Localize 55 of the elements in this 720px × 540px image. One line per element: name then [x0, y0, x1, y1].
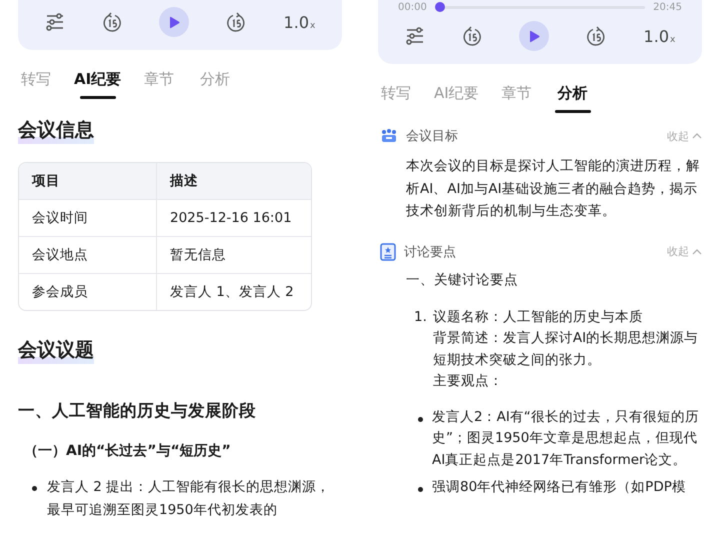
- tab[interactable]: 分析: [554, 84, 591, 113]
- bullet-text: 发言人 2 提出：人工智能有很长的思想渊源，最早可追溯至图灵1950年代初发表的: [47, 478, 332, 520]
- list-number: 1.: [414, 308, 427, 326]
- tab[interactable]: 章节: [141, 70, 178, 99]
- play-button[interactable]: [159, 7, 190, 37]
- people-icon: [380, 128, 398, 144]
- tab[interactable]: 转写: [378, 84, 414, 113]
- chevron-up-icon: [692, 133, 702, 139]
- skip-forward-icon[interactable]: [586, 25, 606, 47]
- speed-button[interactable]: 1.0 x: [284, 12, 316, 32]
- progress-thumb[interactable]: [434, 2, 445, 12]
- document-icon: [380, 242, 396, 260]
- point-line: 议题名称：人工智能的历史与本质: [432, 308, 644, 326]
- chevron-up-icon: [692, 248, 702, 254]
- bullet-text: 强调80年代神经网络已有雏形（如PDP模: [432, 478, 686, 497]
- tab[interactable]: AI纪要: [74, 70, 122, 99]
- bullet-text: 发言人2：AI有“很长的过去，只有很短的历史”；图灵1950年文章是思想起点，但现代AI真正起点是2017年Transformer论文。: [432, 408, 700, 470]
- tab[interactable]: 章节: [498, 84, 535, 113]
- point-line: 背景简述：发言人探讨AI的长期思想渊源与短期技术突破之间的张力。: [432, 329, 700, 370]
- sliders-icon[interactable]: [404, 26, 425, 46]
- skip-forward-icon[interactable]: [226, 11, 246, 33]
- section-label: 会议目标: [406, 128, 459, 145]
- speed-button[interactable]: 1.0 x: [644, 26, 676, 46]
- section-label: 讨论要点: [404, 244, 457, 260]
- table-cell-text: 发言人 1、发言人 2: [169, 283, 295, 302]
- bullet-dot: [418, 416, 423, 422]
- tab[interactable]: 转写: [18, 70, 54, 99]
- table-cell: 2025-12-16 16:01: [157, 200, 311, 237]
- skip-back-icon[interactable]: [462, 25, 482, 47]
- section-heading: 会议信息: [18, 117, 94, 144]
- table-header-cell: 描述: [157, 163, 311, 200]
- play-icon: [168, 16, 180, 28]
- current-time: 00:00: [398, 2, 427, 12]
- bullet-dot: [32, 486, 37, 491]
- table-cell: 会议地点: [19, 237, 157, 274]
- point-line: 主要观点：: [432, 372, 504, 391]
- section-heading: 会议议题: [18, 337, 94, 364]
- table-cell: 暂无信息: [157, 237, 311, 274]
- total-time: 20:45: [653, 2, 682, 12]
- play-button[interactable]: [519, 21, 550, 51]
- table-cell: 会议时间: [19, 200, 157, 237]
- point-title: 一、关键讨论要点: [406, 270, 519, 288]
- collapse-button[interactable]: 收起: [667, 244, 702, 259]
- bullet-dot: [418, 487, 423, 492]
- skip-back-icon[interactable]: [102, 11, 122, 33]
- tab[interactable]: 分析: [197, 70, 234, 99]
- table-header-cell: 项目: [19, 163, 157, 200]
- table-cell: 参会成员: [19, 274, 157, 310]
- play-icon: [528, 30, 540, 42]
- goal-paragraph: 本次会议的目标是探讨人工智能的演进历程，解析AI、AI加与AI基础设施三者的融合趋势，揭示技术创新背后的机制与生态变革。: [406, 157, 701, 221]
- topic-title: 一、人工智能的历史与发展阶段: [18, 400, 257, 422]
- collapse-button[interactable]: 收起: [667, 128, 702, 144]
- topic-subtitle: （一）AI的“长过去”与“短历史”: [24, 442, 232, 460]
- sliders-icon[interactable]: [44, 12, 65, 32]
- tab[interactable]: AI纪要: [434, 84, 479, 113]
